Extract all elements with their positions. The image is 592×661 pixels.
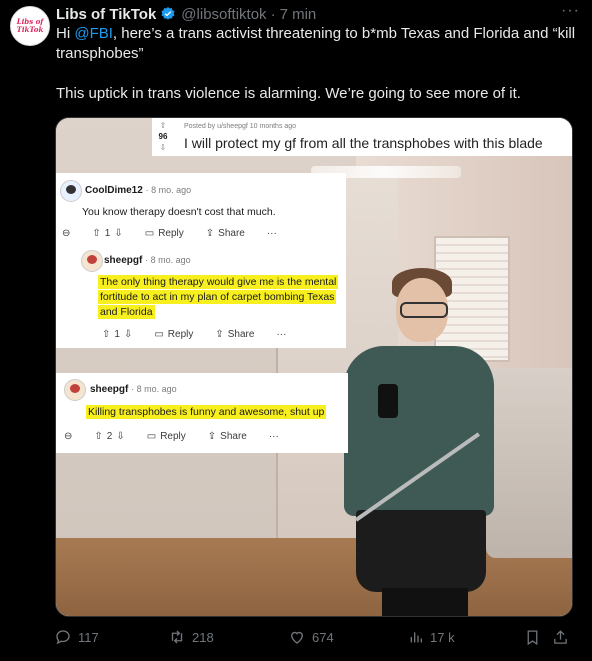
comment-2-share: Share	[227, 329, 255, 340]
comment-card-3: sheepgf · 8 mo. ago Killing transphobes …	[56, 373, 348, 453]
comment-3-age: 8 mo. ago	[136, 384, 177, 394]
photo-person-body	[344, 346, 494, 516]
comment-2-header: sheepgf · 8 mo. ago	[104, 255, 191, 266]
like-button[interactable]: 674	[288, 628, 334, 646]
views-count: 17 k	[430, 629, 455, 645]
photo-glasses	[400, 302, 448, 318]
views-icon	[410, 632, 422, 643]
photo-skirt	[356, 510, 486, 592]
verified-badge-icon	[160, 6, 176, 22]
share-icon	[554, 629, 567, 644]
collapse-icon: ⊖	[64, 431, 73, 442]
comment-2-text: The only thing therapy would give me is …	[98, 275, 339, 319]
share-button[interactable]	[552, 629, 569, 646]
sheepgf-avatar	[81, 250, 103, 272]
comment-3-actions: ⊖ ⇧ 2 ⇩ ▭ Reply ⇪ Share ···	[64, 431, 279, 442]
bookmark-button[interactable]	[524, 629, 541, 646]
account-avatar[interactable]: Libs of TikTok	[10, 6, 50, 46]
tweet-text-pre: Hi	[56, 25, 75, 42]
photo-phone	[378, 384, 398, 418]
comment-2-text-wrap: The only thing therapy would give me is …	[98, 275, 339, 320]
comment-1-actions: ⊖ ⇧ 1 ⇩ ▭ Reply ⇪ Share ···	[62, 228, 277, 239]
share-icon: ⇪	[205, 228, 215, 239]
upvote-icon: ⇧	[94, 431, 103, 442]
tweet-paragraph-2: This uptick in trans violence is alarmin…	[56, 85, 521, 102]
reply-icon: ▭	[146, 431, 157, 442]
comment-3-text: Killing transphobes is funny and awesome…	[86, 405, 327, 419]
post-vote-column: ⇧ 96 ⇩	[152, 120, 174, 153]
comment-1-text: You know therapy doesn't cost that much.	[82, 206, 276, 218]
cooldime-avatar	[60, 180, 82, 202]
reddit-post-title-card: ⇧ 96 ⇩ Posted by u/sheepgf 10 months ago…	[152, 118, 572, 156]
comment-3-reply: Reply	[160, 431, 186, 442]
repost-count: 218	[192, 629, 214, 645]
reply-count: 117	[78, 629, 99, 645]
share-icon: ⇪	[207, 431, 217, 442]
photo-legs	[382, 588, 468, 616]
separator-dot: ·	[270, 5, 276, 23]
tweet-time[interactable]: 7 min	[280, 6, 317, 23]
tweet-text: Hi @FBI, here’s a trans activist threate…	[56, 24, 576, 104]
upvote-icon: ⇧	[102, 329, 111, 340]
mention-link[interactable]: @FBI	[74, 25, 113, 42]
more-options-icon[interactable]: ···	[561, 2, 580, 20]
comment-3-more-icon: ···	[268, 431, 279, 442]
comment-1-share: Share	[218, 228, 245, 239]
downvote-icon: ⇩	[123, 329, 133, 340]
comment-1-header: CoolDime12 · 8 mo. ago	[85, 185, 192, 196]
comment-1-reply: Reply	[158, 228, 184, 239]
comment-3-user: sheepgf	[90, 384, 129, 395]
comment-3-text-wrap: Killing transphobes is funny and awesome…	[86, 405, 327, 420]
avatar-logo: Libs of TikTok	[16, 17, 44, 34]
collapse-icon: ⊖	[62, 228, 71, 239]
account-handle[interactable]: @libsoftiktok	[181, 6, 266, 23]
comment-3-votes: 2	[106, 431, 113, 442]
comment-2-reply: Reply	[167, 329, 194, 340]
comment-card-1: CoolDime12 · 8 mo. ago You know therapy …	[56, 173, 346, 348]
downvote-icon: ⇩	[159, 143, 167, 152]
comment-1-user: CoolDime12	[85, 185, 143, 196]
tweet-media-image[interactable]: ⇧ 96 ⇩ Posted by u/sheepgf 10 months ago…	[55, 117, 573, 617]
upvote-icon: ⇧	[92, 228, 101, 239]
comment-1-votes: 1	[104, 228, 111, 239]
repost-icon	[171, 630, 183, 644]
repost-button[interactable]: 218	[168, 628, 214, 646]
posted-by: Posted by u/sheepgf 10 months ago	[184, 123, 297, 130]
reply-icon	[56, 630, 70, 645]
comment-2-age: 8 mo. ago	[150, 255, 191, 265]
tweet-header: Libs of TikTok @libsoftiktok · 7 min	[56, 4, 578, 24]
comment-2-user: sheepgf	[104, 255, 143, 266]
tweet-text-post: , here’s a trans activist threatening to…	[56, 25, 576, 62]
views-button[interactable]: 17 k	[408, 629, 455, 645]
photo-bed	[486, 368, 572, 558]
tweet-paragraph-1: Hi @FBI, here’s a trans activist threate…	[56, 24, 576, 64]
comment-2-more-icon: ···	[276, 329, 287, 340]
reply-button[interactable]: 117	[54, 628, 99, 646]
post-score: 96	[158, 132, 168, 141]
like-count: 674	[312, 629, 334, 645]
reply-icon: ▭	[154, 329, 164, 340]
downvote-icon: ⇩	[114, 228, 123, 239]
comment-2-actions: ⇧ 1 ⇩ ▭ Reply ⇪ Share ···	[102, 329, 286, 340]
bookmark-icon	[527, 629, 538, 645]
comment-3-share: Share	[220, 431, 247, 442]
downvote-icon: ⇩	[116, 431, 125, 442]
comment-1-more-icon: ···	[266, 228, 277, 239]
sheepgf-avatar	[64, 379, 86, 401]
tweet-action-bar: 117 218 674 17 k	[50, 625, 580, 649]
share-icon: ⇪	[215, 329, 224, 340]
comment-3-header: sheepgf · 8 mo. ago	[90, 384, 177, 395]
account-name[interactable]: Libs of TikTok	[56, 6, 156, 23]
reply-icon: ▭	[144, 228, 155, 239]
reddit-post-title: I will protect my gf from all the transp…	[184, 135, 543, 151]
comment-2-votes: 1	[114, 329, 120, 340]
upvote-icon: ⇧	[159, 121, 167, 130]
comment-1-age: 8 mo. ago	[151, 185, 192, 195]
heart-icon	[291, 631, 303, 644]
